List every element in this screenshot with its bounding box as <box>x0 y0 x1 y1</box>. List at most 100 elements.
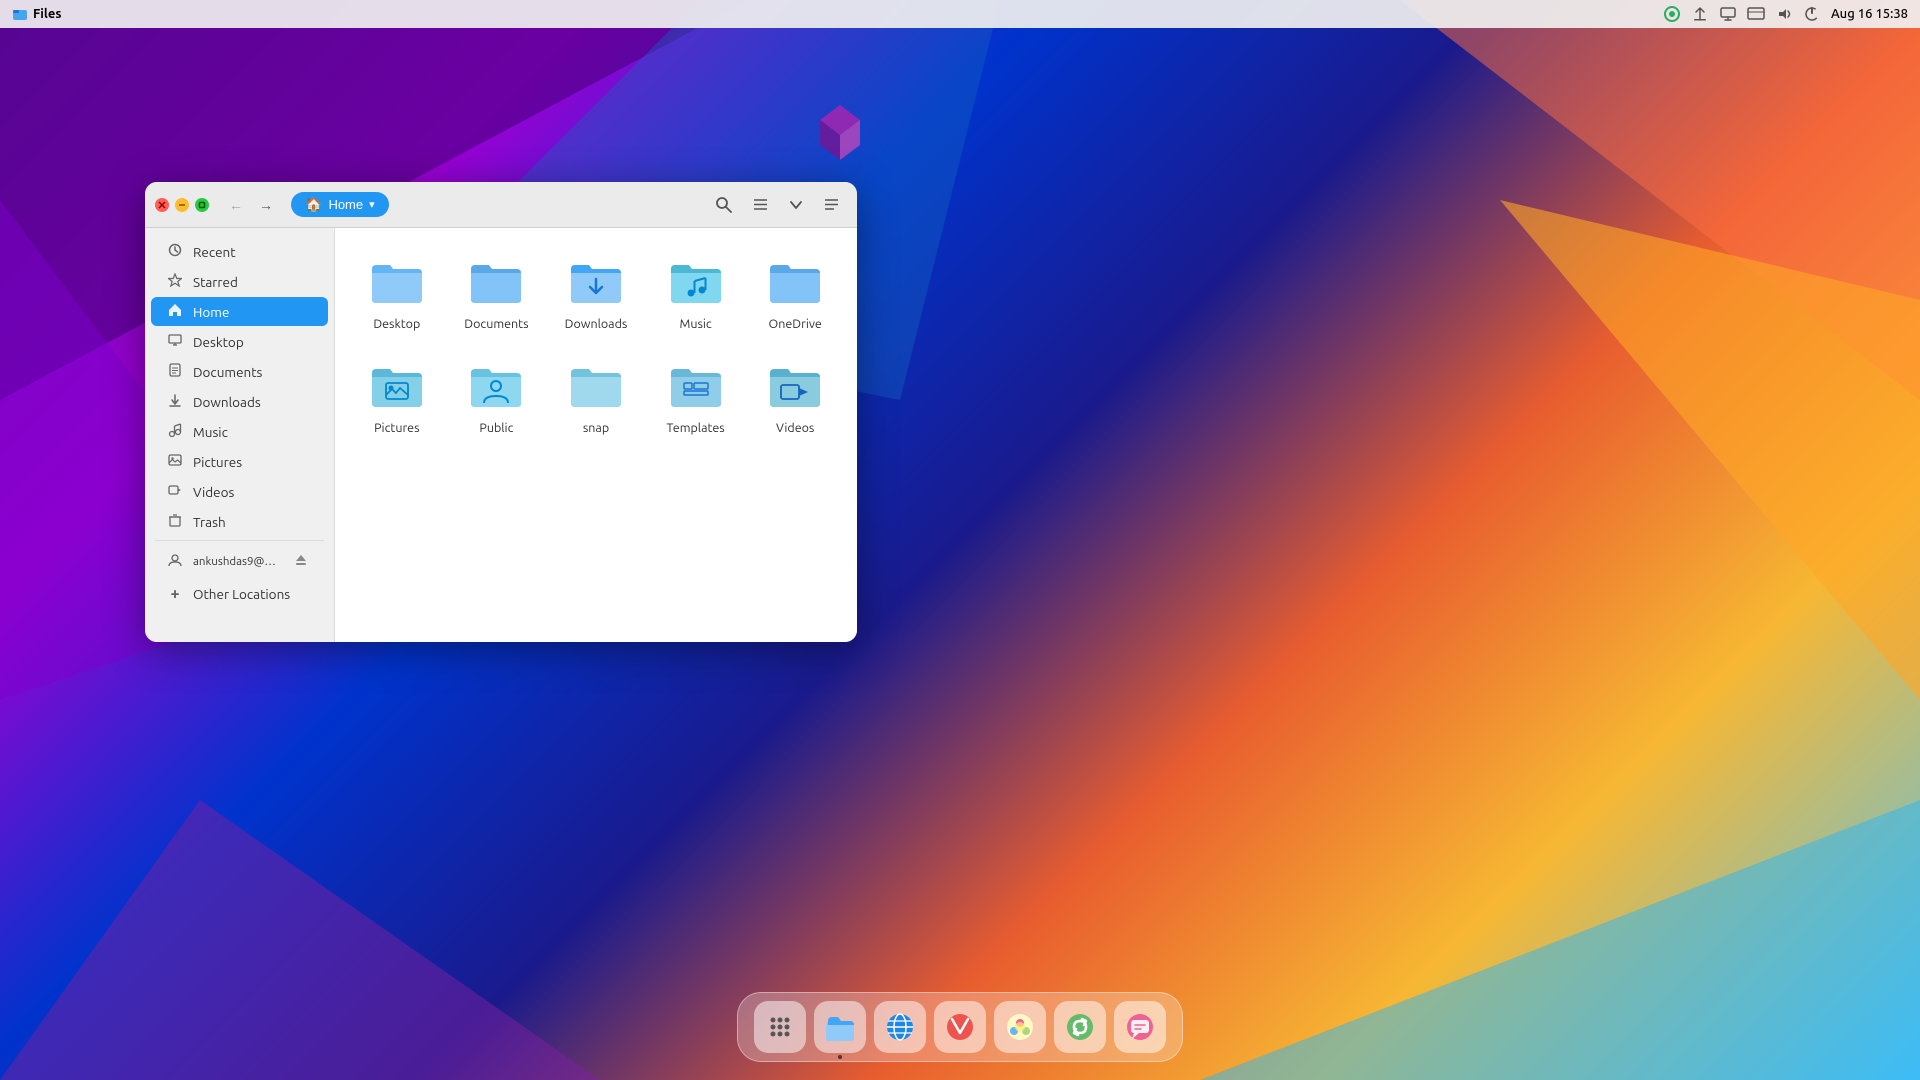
nav-forward-button[interactable]: → <box>253 193 279 217</box>
folder-pictures[interactable]: Pictures <box>351 348 443 444</box>
window-toolbar: ← → 🏠 Home ▾ <box>145 182 857 228</box>
sidebar-item-trash[interactable]: Trash <box>151 507 328 536</box>
taskbar-dock <box>737 992 1183 1062</box>
sidebar-item-music[interactable]: Music <box>151 417 328 446</box>
sidebar-item-recent[interactable]: Recent <box>151 237 328 266</box>
folder-public-icon <box>467 361 525 411</box>
sidebar-label-pictures: Pictures <box>193 454 242 470</box>
folder-music-icon <box>667 257 725 307</box>
sidebar-label-downloads: Downloads <box>193 394 261 410</box>
folder-onedrive[interactable]: OneDrive <box>749 244 841 340</box>
close-button[interactable] <box>155 198 169 212</box>
location-breadcrumb[interactable]: 🏠 Home ▾ <box>291 192 389 217</box>
folder-onedrive-label: OneDrive <box>769 316 822 332</box>
folder-grid: Desktop Documents <box>351 244 841 445</box>
folder-onedrive-icon <box>766 257 824 307</box>
downloads-icon <box>167 393 183 410</box>
folder-videos-label: Videos <box>776 420 814 436</box>
folder-pictures-icon <box>368 361 426 411</box>
search-icon <box>715 196 732 213</box>
folder-music-label: Music <box>679 316 711 332</box>
sidebar-item-account[interactable]: ankushdas9@outlook.com <box>151 545 328 578</box>
breadcrumb-label: Home <box>328 197 363 212</box>
dock-chat-button[interactable] <box>1114 1001 1166 1053</box>
sidebar-label-starred: Starred <box>193 274 238 290</box>
dock-apps-grid-button[interactable] <box>754 1001 806 1053</box>
nav-back-button[interactable]: ← <box>223 193 249 217</box>
view-list-button[interactable] <box>745 191 776 218</box>
folder-templates[interactable]: Templates <box>650 348 742 444</box>
sidebar-label-videos: Videos <box>193 484 234 500</box>
toolbar-navigation: ← → <box>223 193 279 217</box>
display-icon[interactable] <box>1719 5 1737 23</box>
sidebar-divider <box>155 540 324 541</box>
sidebar-label-recent: Recent <box>193 244 236 260</box>
dock-vivaldi-button[interactable] <box>934 1001 986 1053</box>
window-body: Recent Starred Home Desktop <box>145 228 857 642</box>
main-content: Desktop Documents <box>335 228 857 642</box>
trash-icon <box>167 513 183 530</box>
menu-button[interactable] <box>816 191 847 218</box>
topbar-app-title: Files <box>12 6 61 22</box>
sidebar-label-documents: Documents <box>193 364 262 380</box>
folder-snap-label: snap <box>583 420 609 436</box>
sidebar-item-starred[interactable]: Starred <box>151 267 328 296</box>
breadcrumb-arrow-icon: ▾ <box>369 198 375 211</box>
folder-videos[interactable]: Videos <box>749 348 841 444</box>
dock-chat-icon <box>1124 1011 1156 1043</box>
sidebar: Recent Starred Home Desktop <box>145 228 335 642</box>
folder-templates-icon <box>667 361 725 411</box>
sidebar-label-other-locations: Other Locations <box>193 586 290 602</box>
folder-desktop-label: Desktop <box>373 316 420 332</box>
folder-snap[interactable]: snap <box>550 348 642 444</box>
videos-icon <box>167 483 183 500</box>
folder-videos-icon <box>766 361 824 411</box>
sidebar-item-videos[interactable]: Videos <box>151 477 328 506</box>
folder-desktop-icon <box>368 257 426 307</box>
sidebar-label-music: Music <box>193 424 228 440</box>
dock-update-icon <box>1064 1011 1096 1043</box>
dock-update-button[interactable] <box>1054 1001 1106 1053</box>
folder-documents[interactable]: Documents <box>451 244 543 340</box>
folder-downloads[interactable]: Downloads <box>550 244 642 340</box>
folder-templates-label: Templates <box>666 420 724 436</box>
documents-icon <box>167 363 183 380</box>
star-icon <box>167 273 183 290</box>
upload-icon[interactable] <box>1691 5 1709 23</box>
home-icon <box>167 303 183 320</box>
dock-browser-button[interactable] <box>874 1001 926 1053</box>
account-icon <box>167 553 183 570</box>
dock-files-button[interactable] <box>814 1001 866 1053</box>
sidebar-item-desktop[interactable]: Desktop <box>151 327 328 356</box>
folder-public-label: Public <box>479 420 513 436</box>
folder-desktop[interactable]: Desktop <box>351 244 443 340</box>
music-icon <box>167 423 183 440</box>
monitor-icon[interactable] <box>1747 5 1765 23</box>
desktop-icon <box>167 333 183 350</box>
volume-icon[interactable] <box>1775 5 1793 23</box>
chevron-down-icon <box>789 198 803 212</box>
recent-icon <box>167 243 183 260</box>
sidebar-item-home[interactable]: Home <box>151 297 328 326</box>
sidebar-item-pictures[interactable]: Pictures <box>151 447 328 476</box>
dock-browser-icon <box>884 1011 916 1043</box>
sidebar-item-downloads[interactable]: Downloads <box>151 387 328 416</box>
power-icon[interactable] <box>1803 5 1821 23</box>
sidebar-item-documents[interactable]: Documents <box>151 357 328 386</box>
clock-display: Aug 16 15:38 <box>1831 7 1908 21</box>
other-locations-icon: + <box>167 585 183 603</box>
sidebar-item-other-locations[interactable]: + Other Locations <box>151 579 328 609</box>
minimize-button[interactable] <box>175 198 189 212</box>
eject-button[interactable] <box>290 551 312 572</box>
folder-downloads-icon <box>567 257 625 307</box>
search-button[interactable] <box>708 191 739 218</box>
list-view-icon <box>752 196 769 213</box>
folder-music[interactable]: Music <box>650 244 742 340</box>
dock-color-app-button[interactable] <box>994 1001 1046 1053</box>
maximize-button[interactable] <box>195 198 209 212</box>
dock-files-icon <box>824 1011 856 1043</box>
sidebar-label-trash: Trash <box>193 514 226 530</box>
folder-public[interactable]: Public <box>451 348 543 444</box>
view-options-button[interactable] <box>782 193 810 217</box>
network-indicator-icon[interactable] <box>1663 5 1681 23</box>
